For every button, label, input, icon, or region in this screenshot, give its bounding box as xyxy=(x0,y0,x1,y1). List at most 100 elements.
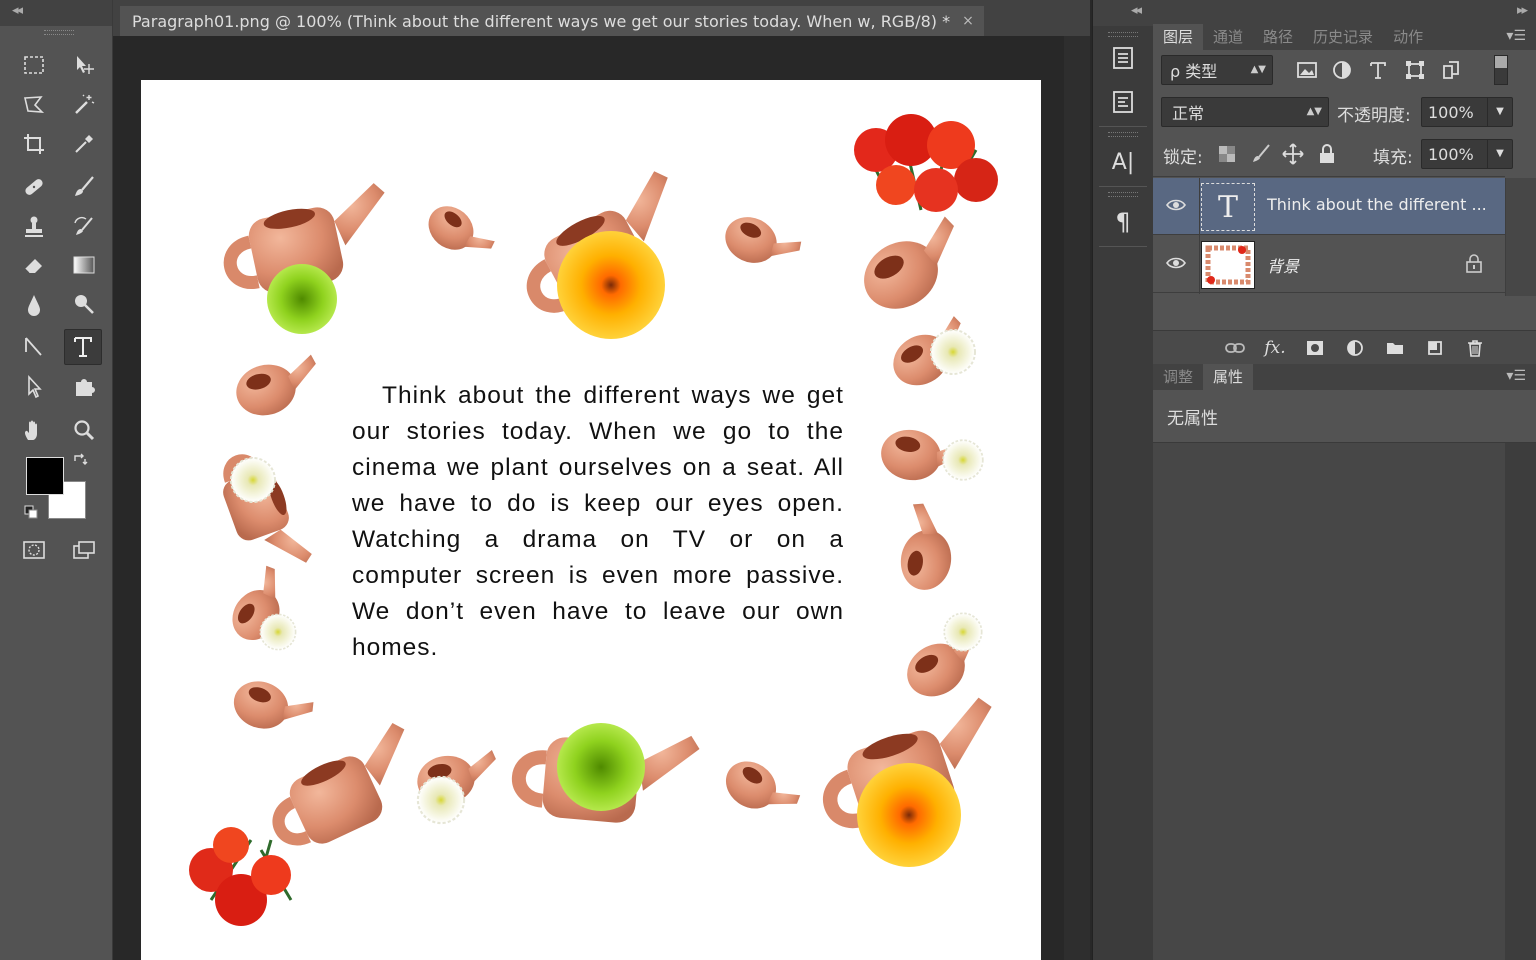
character-panel-icon: A| xyxy=(1111,149,1135,175)
magic-wand-tool[interactable] xyxy=(66,88,102,122)
lock-icon xyxy=(1466,254,1482,273)
eyedropper-tool[interactable] xyxy=(66,127,102,161)
history-panel-button[interactable] xyxy=(1101,38,1145,78)
properties-scrollbar[interactable] xyxy=(1505,443,1536,960)
text-filter-icon[interactable] xyxy=(1366,58,1390,82)
magnifier-icon xyxy=(74,420,95,441)
path-selection-tool[interactable] xyxy=(16,330,52,364)
tab-paths[interactable]: 路径 xyxy=(1253,24,1303,50)
paragraph-text-layer[interactable]: Think about the different ways we get ou… xyxy=(352,378,844,666)
puzzle-icon xyxy=(76,379,95,396)
type-tool[interactable] xyxy=(64,329,102,365)
close-icon[interactable]: × xyxy=(962,13,974,29)
panels-header[interactable]: ▸▸ xyxy=(1153,0,1536,26)
shape-filter-icon[interactable] xyxy=(1403,58,1427,82)
tools-panel-header[interactable]: ◂◂ xyxy=(0,0,112,26)
new-layer-button[interactable] xyxy=(1423,337,1447,359)
eye-icon[interactable] xyxy=(1165,252,1187,274)
tab-properties[interactable]: 属性 xyxy=(1203,364,1254,390)
spot-healing-tool[interactable] xyxy=(16,170,52,204)
document-canvas[interactable]: Think about the different ways we get ou… xyxy=(141,80,1041,960)
layer-row-background[interactable]: 背景 xyxy=(1153,236,1505,293)
foreground-color-swatch[interactable] xyxy=(26,457,64,495)
text-layer-thumbnail: T xyxy=(1201,183,1255,231)
image-filter-icon[interactable] xyxy=(1295,58,1319,82)
layer-name[interactable]: 背景 xyxy=(1267,253,1299,277)
character-panel-button[interactable]: A| xyxy=(1101,142,1145,182)
new-group-button[interactable] xyxy=(1383,337,1407,359)
collapse-icon[interactable]: ▸▸ xyxy=(1517,3,1528,18)
direct-selection-tool[interactable] xyxy=(16,370,52,404)
move-icon xyxy=(77,56,94,74)
eye-icon[interactable] xyxy=(1165,194,1187,216)
new-adjustment-layer-button[interactable] xyxy=(1343,337,1367,359)
tab-adjustments[interactable]: 调整 xyxy=(1153,364,1203,390)
opacity-input[interactable]: 100% ▼ xyxy=(1421,97,1513,127)
layer-style-button[interactable]: fx. xyxy=(1263,337,1287,359)
document-tab[interactable]: Paragraph01.png @ 100% (Think about the … xyxy=(120,6,984,36)
layers-scrollbar[interactable] xyxy=(1505,178,1536,296)
custom-shape-tool[interactable] xyxy=(66,370,102,404)
panel-grip[interactable] xyxy=(1108,192,1138,197)
link-layers-button[interactable] xyxy=(1223,337,1247,359)
properties-panel-button[interactable] xyxy=(1101,82,1145,122)
adjustment-filter-icon[interactable] xyxy=(1330,58,1354,82)
layer-name[interactable]: Think about the different ... xyxy=(1267,195,1487,214)
blur-tool[interactable] xyxy=(16,288,52,322)
filter-toggle-switch[interactable] xyxy=(1494,55,1508,85)
layer-row-text[interactable]: T Think about the different ... xyxy=(1153,178,1505,235)
add-mask-button[interactable] xyxy=(1303,337,1327,359)
trash-icon xyxy=(1468,340,1482,357)
panel-menu-icon[interactable]: ▾☰ xyxy=(1506,28,1526,44)
tab-actions[interactable]: 动作 xyxy=(1383,24,1433,50)
clone-stamp-tool[interactable] xyxy=(16,210,52,244)
crop-tool[interactable] xyxy=(16,127,52,161)
lock-transparency-icon[interactable] xyxy=(1215,142,1239,166)
opacity-label: 不透明度: xyxy=(1337,106,1411,126)
panel-grip[interactable] xyxy=(1108,132,1138,137)
hand-icon xyxy=(24,420,37,440)
chevron-down-icon[interactable]: ▼ xyxy=(1487,98,1512,126)
gradient-icon xyxy=(73,256,95,274)
blend-mode-select[interactable]: 正常 ▲▼ xyxy=(1161,97,1329,127)
tab-history[interactable]: 历史记录 xyxy=(1303,24,1383,50)
collapse-icon[interactable]: ◂◂ xyxy=(1131,3,1142,18)
lock-position-icon[interactable] xyxy=(1281,142,1305,166)
lock-all-icon[interactable] xyxy=(1315,142,1339,166)
blur-icon xyxy=(28,295,40,316)
layer-filter-select[interactable]: ρ 类型 ▲▼ xyxy=(1161,55,1273,85)
gradient-tool[interactable] xyxy=(66,248,102,282)
document-scrollbar[interactable] xyxy=(1064,36,1090,960)
default-colors-icon[interactable] xyxy=(24,504,38,519)
swap-colors-icon[interactable] xyxy=(72,452,88,468)
fill-input[interactable]: 100% ▼ xyxy=(1421,139,1513,169)
crop-icon xyxy=(24,134,44,154)
panel-grip[interactable] xyxy=(44,30,74,35)
layers-footer-toolbar: fx. xyxy=(1153,330,1536,365)
lock-label: 锁定: xyxy=(1163,148,1203,168)
delete-layer-button[interactable] xyxy=(1463,337,1487,359)
eraser-tool[interactable] xyxy=(16,248,52,282)
dock-header[interactable]: ◂◂ xyxy=(1093,0,1153,26)
dodge-tool[interactable] xyxy=(66,288,102,322)
paragraph-panel-button[interactable]: ¶ xyxy=(1101,202,1145,242)
panel-grip[interactable] xyxy=(1108,32,1138,37)
smart-object-filter-icon[interactable] xyxy=(1439,58,1463,82)
chevron-down-icon[interactable]: ▼ xyxy=(1487,140,1512,168)
lasso-icon xyxy=(24,96,45,113)
polygonal-lasso-tool[interactable] xyxy=(16,88,52,122)
quick-mask-button[interactable] xyxy=(16,533,52,567)
brush-tool[interactable] xyxy=(66,170,102,204)
screen-mode-button[interactable] xyxy=(66,533,102,567)
move-tool[interactable] xyxy=(66,48,102,82)
separator xyxy=(1099,126,1147,127)
lock-pixels-icon[interactable] xyxy=(1249,142,1273,166)
rectangular-marquee-tool[interactable] xyxy=(16,48,52,82)
hand-tool[interactable] xyxy=(16,414,52,448)
panel-menu-icon[interactable]: ▾☰ xyxy=(1506,368,1526,384)
tab-channels[interactable]: 通道 xyxy=(1203,24,1253,50)
collapse-icon[interactable]: ◂◂ xyxy=(12,3,23,18)
zoom-tool[interactable] xyxy=(66,414,102,448)
history-brush-tool[interactable] xyxy=(66,210,102,244)
tab-layers[interactable]: 图层 xyxy=(1153,24,1204,50)
